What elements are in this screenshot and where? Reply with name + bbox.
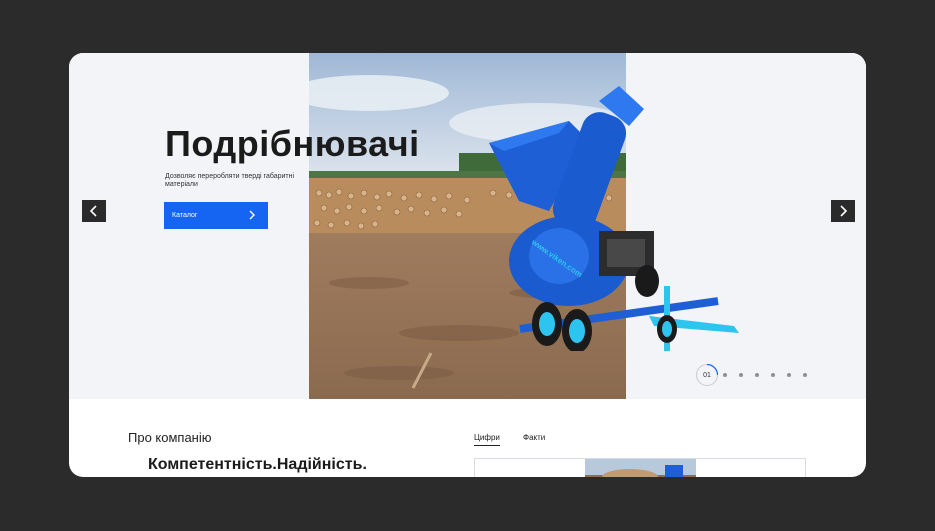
tab-numbers[interactable]: Цифри	[474, 433, 500, 446]
slide-indicator-number: 01	[703, 371, 711, 379]
slide-dot[interactable]	[739, 373, 743, 377]
slide-indicator-current[interactable]: 01	[696, 364, 718, 386]
catalog-button-label: Каталог	[172, 212, 198, 219]
hero-title: Подрібнювачі	[165, 123, 420, 164]
slide-dot[interactable]	[755, 373, 759, 377]
browser-viewport: www.viken.com Подрібнювачі Дозволяє пере…	[69, 53, 866, 477]
stats-card	[474, 458, 806, 477]
hero-slider: www.viken.com Подрібнювачі Дозволяє пере…	[69, 53, 866, 399]
slide-dot[interactable]	[787, 373, 791, 377]
wood-chipper-image: www.viken.com	[489, 86, 739, 351]
slide-dot[interactable]	[723, 373, 727, 377]
slider-next-button[interactable]	[831, 200, 855, 222]
stats-card-image	[585, 459, 696, 477]
hero-subtitle: Дозволяє переробляти тверді габаритні ма…	[165, 173, 295, 188]
slider-prev-button[interactable]	[82, 200, 106, 222]
catalog-button[interactable]: Каталог	[164, 202, 268, 229]
about-heading: Компетентність.Надійність.	[148, 456, 367, 473]
chevron-left-icon	[89, 205, 97, 217]
chevron-right-icon	[249, 210, 255, 220]
slide-dot[interactable]	[803, 373, 807, 377]
chevron-right-icon	[840, 205, 848, 217]
about-section-label: Про компанію	[128, 430, 212, 445]
slide-dot[interactable]	[771, 373, 775, 377]
tab-facts[interactable]: Факти	[523, 433, 545, 442]
